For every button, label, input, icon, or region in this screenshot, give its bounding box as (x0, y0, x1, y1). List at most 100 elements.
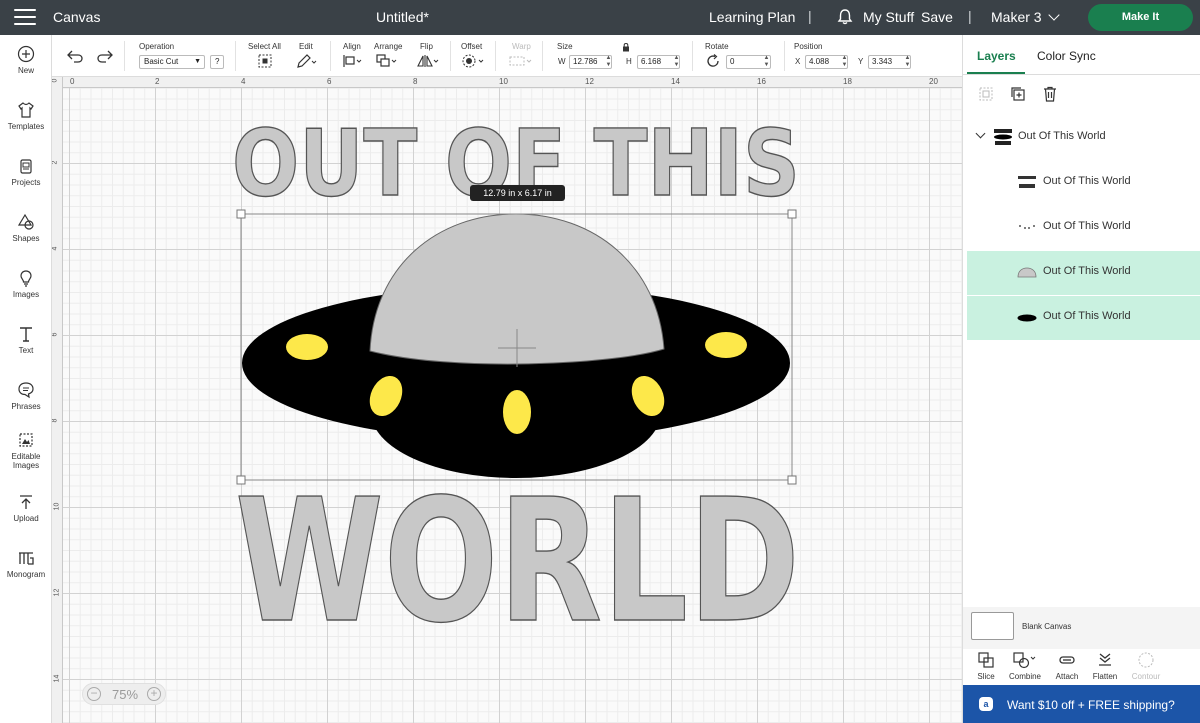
headline-bottom-text[interactable]: WORLD (234, 462, 800, 661)
nav-projects[interactable]: Projects (0, 157, 52, 187)
nav-templates[interactable]: Templates (0, 101, 52, 131)
dropdown-arrow-icon: ▼ (194, 58, 201, 65)
layer-row[interactable]: Out Of This World (967, 161, 1200, 205)
operation-select[interactable]: Basic Cut ▼ (139, 55, 205, 69)
document-title[interactable]: Untitled* (0, 9, 805, 25)
height-label: H (626, 57, 632, 66)
flip-label: Flip (420, 42, 433, 51)
edit-toolbar: Operation Basic Cut ▼ ? Select All Edit … (52, 35, 962, 77)
shapes-icon (17, 213, 34, 230)
layer-name: Out Of This World (1043, 310, 1131, 322)
monogram-icon (19, 552, 34, 565)
nav-label: Templates (7, 122, 45, 131)
design-canvas[interactable]: 0 2 4 6 8 10 12 14 16 18 20 0 2 4 6 8 10… (52, 77, 962, 723)
tab-layers[interactable]: Layers (977, 49, 1016, 63)
x-position-stepper[interactable]: ▲ ▼ (841, 55, 848, 69)
warp-label: Warp (512, 42, 531, 51)
x-label: X (795, 57, 801, 66)
tool-label: Combine (1008, 672, 1041, 681)
attach-paperclip-icon (1059, 656, 1075, 664)
nav-images[interactable]: Images (0, 269, 52, 299)
select-all-icon[interactable] (257, 53, 273, 69)
header-separator: | (968, 8, 972, 24)
layer-row-selected[interactable]: Out Of This World (967, 296, 1200, 340)
flatten-icon (1099, 653, 1111, 666)
nav-label: Upload (13, 514, 39, 523)
blank-canvas-row[interactable]: Blank Canvas (963, 607, 1200, 649)
layer-name: Out Of This World (1043, 220, 1131, 232)
machine-selector[interactable]: Maker 3 (991, 9, 1060, 25)
edit-pencil-icon[interactable] (296, 53, 318, 69)
resize-handle[interactable] (787, 209, 797, 219)
chevron-down-icon (975, 128, 986, 139)
ufo-light (705, 332, 747, 358)
arrange-label: Arrange (374, 42, 403, 51)
align-icon[interactable] (342, 53, 364, 69)
operation-label: Operation (139, 42, 175, 51)
learning-plan-link[interactable]: Learning Plan (709, 9, 795, 25)
nav-editable-images[interactable]: Editable Images (0, 431, 52, 470)
notification-bell-icon[interactable] (836, 8, 854, 26)
lightbulb-icon (20, 270, 32, 287)
layer-name: Out Of This World (1043, 265, 1131, 277)
nav-monogram[interactable]: Monogram (0, 549, 52, 579)
width-label: W (558, 57, 566, 66)
edit-label: Edit (299, 42, 313, 51)
header-separator: | (808, 8, 812, 24)
nav-text[interactable]: Text (0, 325, 52, 355)
trash-icon[interactable] (1041, 85, 1059, 103)
combine-button[interactable]: Combine (1005, 651, 1045, 681)
zoom-level: 75% (111, 687, 139, 702)
attach-button[interactable]: Attach (1047, 651, 1087, 681)
blank-canvas-swatch[interactable] (971, 612, 1014, 640)
my-stuff-link[interactable]: My Stuff (863, 9, 914, 25)
layer-name: Out Of This World (1018, 130, 1106, 142)
tab-color-sync[interactable]: Color Sync (1037, 49, 1096, 63)
operation-value: Basic Cut (144, 57, 179, 66)
top-header: Canvas Untitled* Learning Plan | My Stuf… (0, 0, 1200, 35)
artwork[interactable]: OUT OF THIS WORLD (52, 77, 962, 723)
layer-row[interactable]: Out Of This World (967, 206, 1200, 250)
zoom-control: − 75% + (82, 683, 166, 705)
layer-group-row[interactable]: Out Of This World (967, 116, 1200, 160)
save-button[interactable]: Save (921, 9, 953, 25)
ungroup-icon[interactable] (977, 85, 995, 103)
resize-handle[interactable] (236, 209, 246, 219)
make-it-button[interactable]: Make It (1088, 4, 1193, 31)
nav-new[interactable]: New (0, 45, 52, 75)
undo-icon[interactable] (66, 49, 84, 63)
rotate-stepper[interactable]: ▲ ▼ (763, 55, 770, 69)
slice-button[interactable]: Slice (966, 651, 1006, 681)
speech-bubble-icon (18, 382, 34, 399)
rotate-label: Rotate (705, 42, 729, 51)
blank-canvas-label: Blank Canvas (1022, 622, 1072, 631)
right-panel: Layers Color Sync Out Of This World Out … (962, 35, 1200, 723)
help-button[interactable]: ? (210, 55, 224, 69)
tool-label: Flatten (1092, 672, 1118, 681)
layer-thumbnail (1018, 176, 1036, 188)
ufo-light (503, 390, 531, 434)
y-position-stepper[interactable]: ▲ ▼ (904, 55, 911, 69)
nav-upload[interactable]: Upload (0, 493, 52, 523)
offset-icon[interactable] (460, 53, 486, 69)
contour-button: Contour (1126, 651, 1166, 681)
dimension-tooltip: 12.79 in x 6.17 in (470, 185, 565, 201)
text-icon (20, 327, 32, 342)
lock-icon[interactable] (622, 42, 630, 52)
duplicate-icon[interactable] (1009, 85, 1027, 103)
redo-icon[interactable] (96, 49, 114, 63)
height-stepper[interactable]: ▲ ▼ (673, 55, 680, 69)
nav-phrases[interactable]: Phrases (0, 381, 52, 411)
flatten-button[interactable]: Flatten (1085, 651, 1125, 681)
position-label: Position (794, 42, 823, 51)
nav-shapes[interactable]: Shapes (0, 213, 52, 243)
tool-label: Attach (1055, 672, 1079, 681)
promo-banner[interactable]: a Want $10 off + FREE shipping? (963, 685, 1200, 723)
zoom-in-button[interactable]: + (147, 687, 161, 701)
zoom-out-button[interactable]: − (87, 687, 101, 701)
arrange-icon[interactable] (375, 53, 399, 69)
width-stepper[interactable]: ▲ ▼ (605, 55, 612, 69)
layer-row-selected[interactable]: Out Of This World (967, 251, 1200, 295)
rotate-icon[interactable] (705, 53, 721, 69)
flip-icon[interactable] (416, 53, 440, 69)
